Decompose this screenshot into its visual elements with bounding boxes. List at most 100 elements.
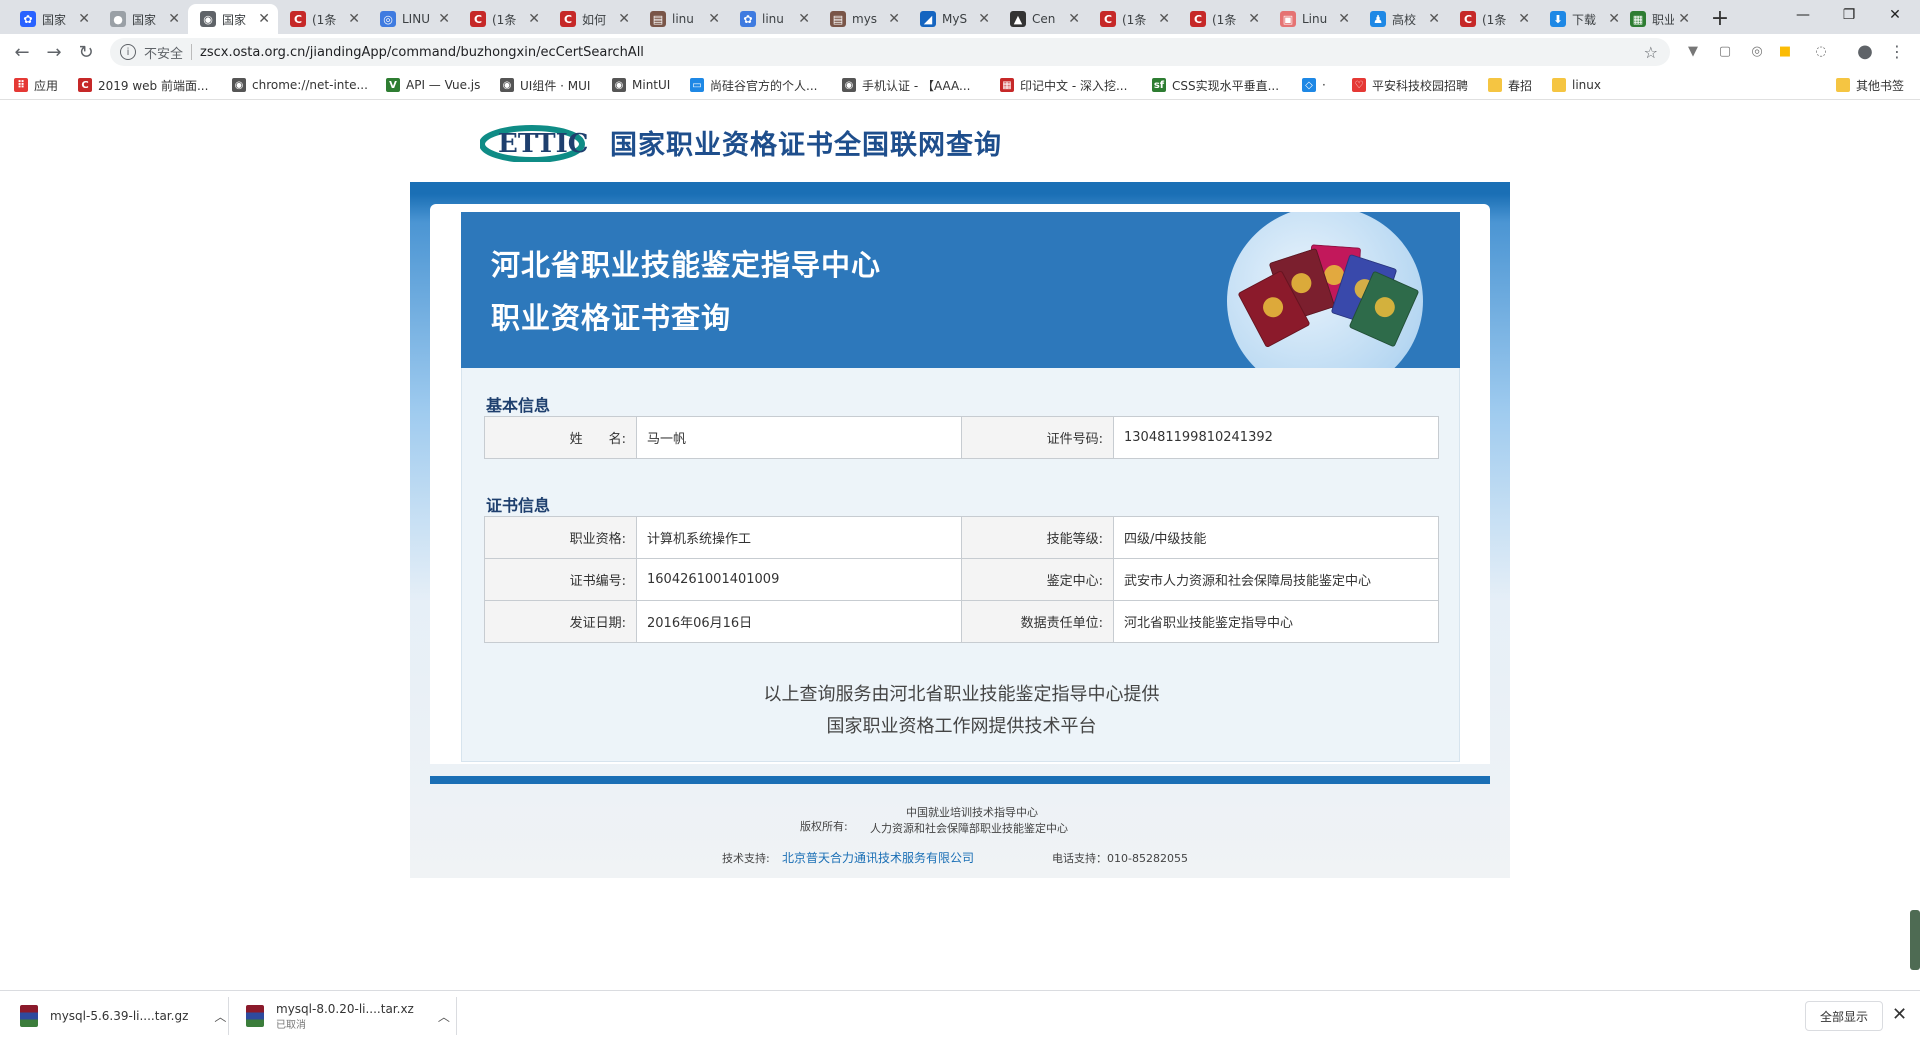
- side-widget[interactable]: [1910, 910, 1920, 970]
- bookmark-star-icon[interactable]: ☆: [1644, 43, 1658, 62]
- tab-title: (1条: [312, 12, 337, 27]
- bookmark-item[interactable]: sf CSS实现水平垂直...: [1152, 76, 1279, 94]
- bookmark-item[interactable]: C 2019 web 前端面...: [78, 76, 208, 94]
- close-tab-icon[interactable]: ✕: [1068, 11, 1080, 27]
- bookmark-favicon-icon: sf: [1152, 78, 1166, 92]
- info-icon[interactable]: i: [120, 44, 136, 60]
- bookmark-item[interactable]: ⠿ 应用: [14, 76, 58, 94]
- bookmark-favicon-icon: [1552, 78, 1566, 92]
- browser-tab[interactable]: C (1条 ✕: [278, 4, 368, 34]
- close-tab-icon[interactable]: ✕: [798, 11, 810, 27]
- close-tab-icon[interactable]: ✕: [1518, 11, 1530, 27]
- bookmark-item[interactable]: ◉ UI组件 · MUI: [500, 76, 590, 94]
- browser-tab[interactable]: ▤ mys ✕: [818, 4, 908, 34]
- browser-tab[interactable]: C (1条 ✕: [458, 4, 548, 34]
- ettic-logo[interactable]: ETTIC: [479, 122, 598, 163]
- browser-tab[interactable]: C (1条 ✕: [1448, 4, 1538, 34]
- tab-favicon-icon: ◎: [380, 11, 396, 27]
- close-tab-icon[interactable]: ✕: [618, 11, 630, 27]
- download-separator: [228, 997, 229, 1035]
- extension-gray-icon[interactable]: ◌: [1812, 42, 1830, 60]
- bookmark-label: linux: [1572, 78, 1601, 92]
- close-tab-icon[interactable]: ✕: [348, 11, 360, 27]
- browser-tab[interactable]: C (1条 ✕: [1088, 4, 1178, 34]
- tab-title: (1条: [1212, 12, 1237, 27]
- restore-icon[interactable]: ❐: [1826, 0, 1872, 30]
- minimize-icon[interactable]: —: [1780, 0, 1826, 30]
- reload-icon[interactable]: ↻: [72, 38, 100, 66]
- browser-tab[interactable]: ▤ linu ✕: [638, 4, 728, 34]
- bookmark-item[interactable]: linux: [1552, 76, 1601, 94]
- browser-tab[interactable]: ♟ 高校 ✕: [1358, 4, 1448, 34]
- close-tab-icon[interactable]: ✕: [78, 11, 90, 27]
- address-bar[interactable]: i 不安全 zscx.osta.org.cn/jiandingApp/comma…: [110, 38, 1670, 66]
- result-content: 基本信息 姓 名: 马一帆 证件号码: 130481199810241392 证…: [461, 368, 1460, 762]
- menu-kebab-icon[interactable]: ⋮: [1888, 42, 1906, 61]
- bookmark-item[interactable]: ▭ 尚硅谷官方的个人...: [690, 76, 817, 94]
- back-arrow-icon[interactable]: ←: [8, 38, 36, 66]
- close-tab-icon[interactable]: ✕: [1248, 11, 1260, 27]
- close-tab-icon[interactable]: ✕: [1428, 11, 1440, 27]
- bookmark-item[interactable]: V API — Vue.js: [386, 76, 480, 94]
- tab-favicon-icon: ▤: [650, 11, 666, 27]
- url-text[interactable]: zscx.osta.org.cn/jiandingApp/command/buz…: [200, 45, 644, 60]
- bookmark-label: chrome://net-inte...: [252, 78, 368, 92]
- close-tab-icon[interactable]: ✕: [1158, 11, 1170, 27]
- tab-title: linu: [672, 12, 694, 26]
- new-tab-button[interactable]: +: [1706, 4, 1734, 32]
- cert-field-value: 计算机系统操作工: [636, 516, 962, 559]
- chevron-up-icon[interactable]: ︿: [214, 1008, 226, 1025]
- close-tab-icon[interactable]: ✕: [438, 11, 450, 27]
- cert-field-label: 技能等级:: [961, 516, 1114, 559]
- ettic-logo-icon: ETTIC: [479, 125, 588, 163]
- download-item[interactable]: mysql-5.6.39-li....tar.gz ︿: [20, 999, 226, 1033]
- browser-tab[interactable]: ◢ MyS ✕: [908, 4, 998, 34]
- close-tab-icon[interactable]: ✕: [258, 11, 270, 27]
- browser-tab[interactable]: ◉ 国家 ✕: [188, 4, 278, 34]
- browser-tab[interactable]: ▣ Linu ✕: [1268, 4, 1358, 34]
- profile-avatar-icon[interactable]: ●: [1856, 41, 1874, 62]
- close-window-icon[interactable]: ✕: [1872, 0, 1918, 30]
- support-company-link[interactable]: 北京普天合力通讯技术服务有限公司: [782, 849, 974, 866]
- bookmark-item[interactable]: ◉ chrome://net-inte...: [232, 76, 368, 94]
- tab-favicon-icon: ◉: [200, 11, 216, 27]
- bookmark-item[interactable]: 春招: [1488, 76, 1532, 94]
- close-tab-icon[interactable]: ✕: [1678, 11, 1690, 27]
- extension-vue-icon[interactable]: ▼: [1684, 42, 1702, 60]
- forward-arrow-icon[interactable]: →: [40, 38, 68, 66]
- extension-color-icon[interactable]: ■: [1776, 42, 1794, 60]
- extension-blank-icon[interactable]: ▢: [1716, 42, 1734, 60]
- close-tab-icon[interactable]: ✕: [888, 11, 900, 27]
- bookmark-item[interactable]: ◇ ·: [1302, 76, 1326, 94]
- bookmark-favicon-icon: [1488, 78, 1502, 92]
- close-tab-icon[interactable]: ✕: [528, 11, 540, 27]
- chevron-up-icon[interactable]: ︿: [438, 1008, 450, 1025]
- browser-tab[interactable]: ▲ Cen ✕: [998, 4, 1088, 34]
- close-tab-icon[interactable]: ✕: [978, 11, 990, 27]
- tab-favicon-icon: ▤: [830, 11, 846, 27]
- bookmark-label: 平安科技校园招聘: [1372, 78, 1469, 93]
- bookmark-item[interactable]: ◉ MintUI: [612, 76, 670, 94]
- browser-tab[interactable]: C (1条 ✕: [1178, 4, 1268, 34]
- browser-tab[interactable]: ▦ 职业 ✕: [1618, 4, 1698, 34]
- browser-tab[interactable]: C 如何 ✕: [548, 4, 638, 34]
- browser-tab[interactable]: ⬇ 下载 ✕: [1538, 4, 1628, 34]
- browser-tab[interactable]: ✿ linu ✕: [728, 4, 818, 34]
- browser-tab[interactable]: ◎ LINU ✕: [368, 4, 458, 34]
- bookmark-item[interactable]: ◉ 手机认证 - 【AAA...: [842, 76, 971, 94]
- bookmark-favicon-icon: ◉: [500, 78, 514, 92]
- close-downloads-icon[interactable]: ✕: [1892, 1004, 1907, 1025]
- bookmark-item[interactable]: ▦ 印记中文 - 深入挖...: [1000, 76, 1127, 94]
- extension-circle-icon[interactable]: ◎: [1748, 42, 1766, 60]
- other-bookmarks[interactable]: 其他书签: [1836, 76, 1904, 94]
- bookmark-item[interactable]: ♡ 平安科技校园招聘: [1352, 76, 1468, 94]
- download-item[interactable]: mysql-8.0.20-li....tar.xz 已取消 ︿: [246, 999, 450, 1033]
- show-all-downloads-button[interactable]: 全部显示: [1805, 1001, 1883, 1031]
- tab-favicon-icon: C: [1100, 11, 1116, 27]
- browser-tab[interactable]: ● 国家 ✕: [98, 4, 188, 34]
- close-tab-icon[interactable]: ✕: [1338, 11, 1350, 27]
- close-tab-icon[interactable]: ✕: [168, 11, 180, 27]
- close-tab-icon[interactable]: ✕: [708, 11, 720, 27]
- tab-favicon-icon: C: [1190, 11, 1206, 27]
- browser-tab[interactable]: ✿ 国家 ✕: [8, 4, 98, 34]
